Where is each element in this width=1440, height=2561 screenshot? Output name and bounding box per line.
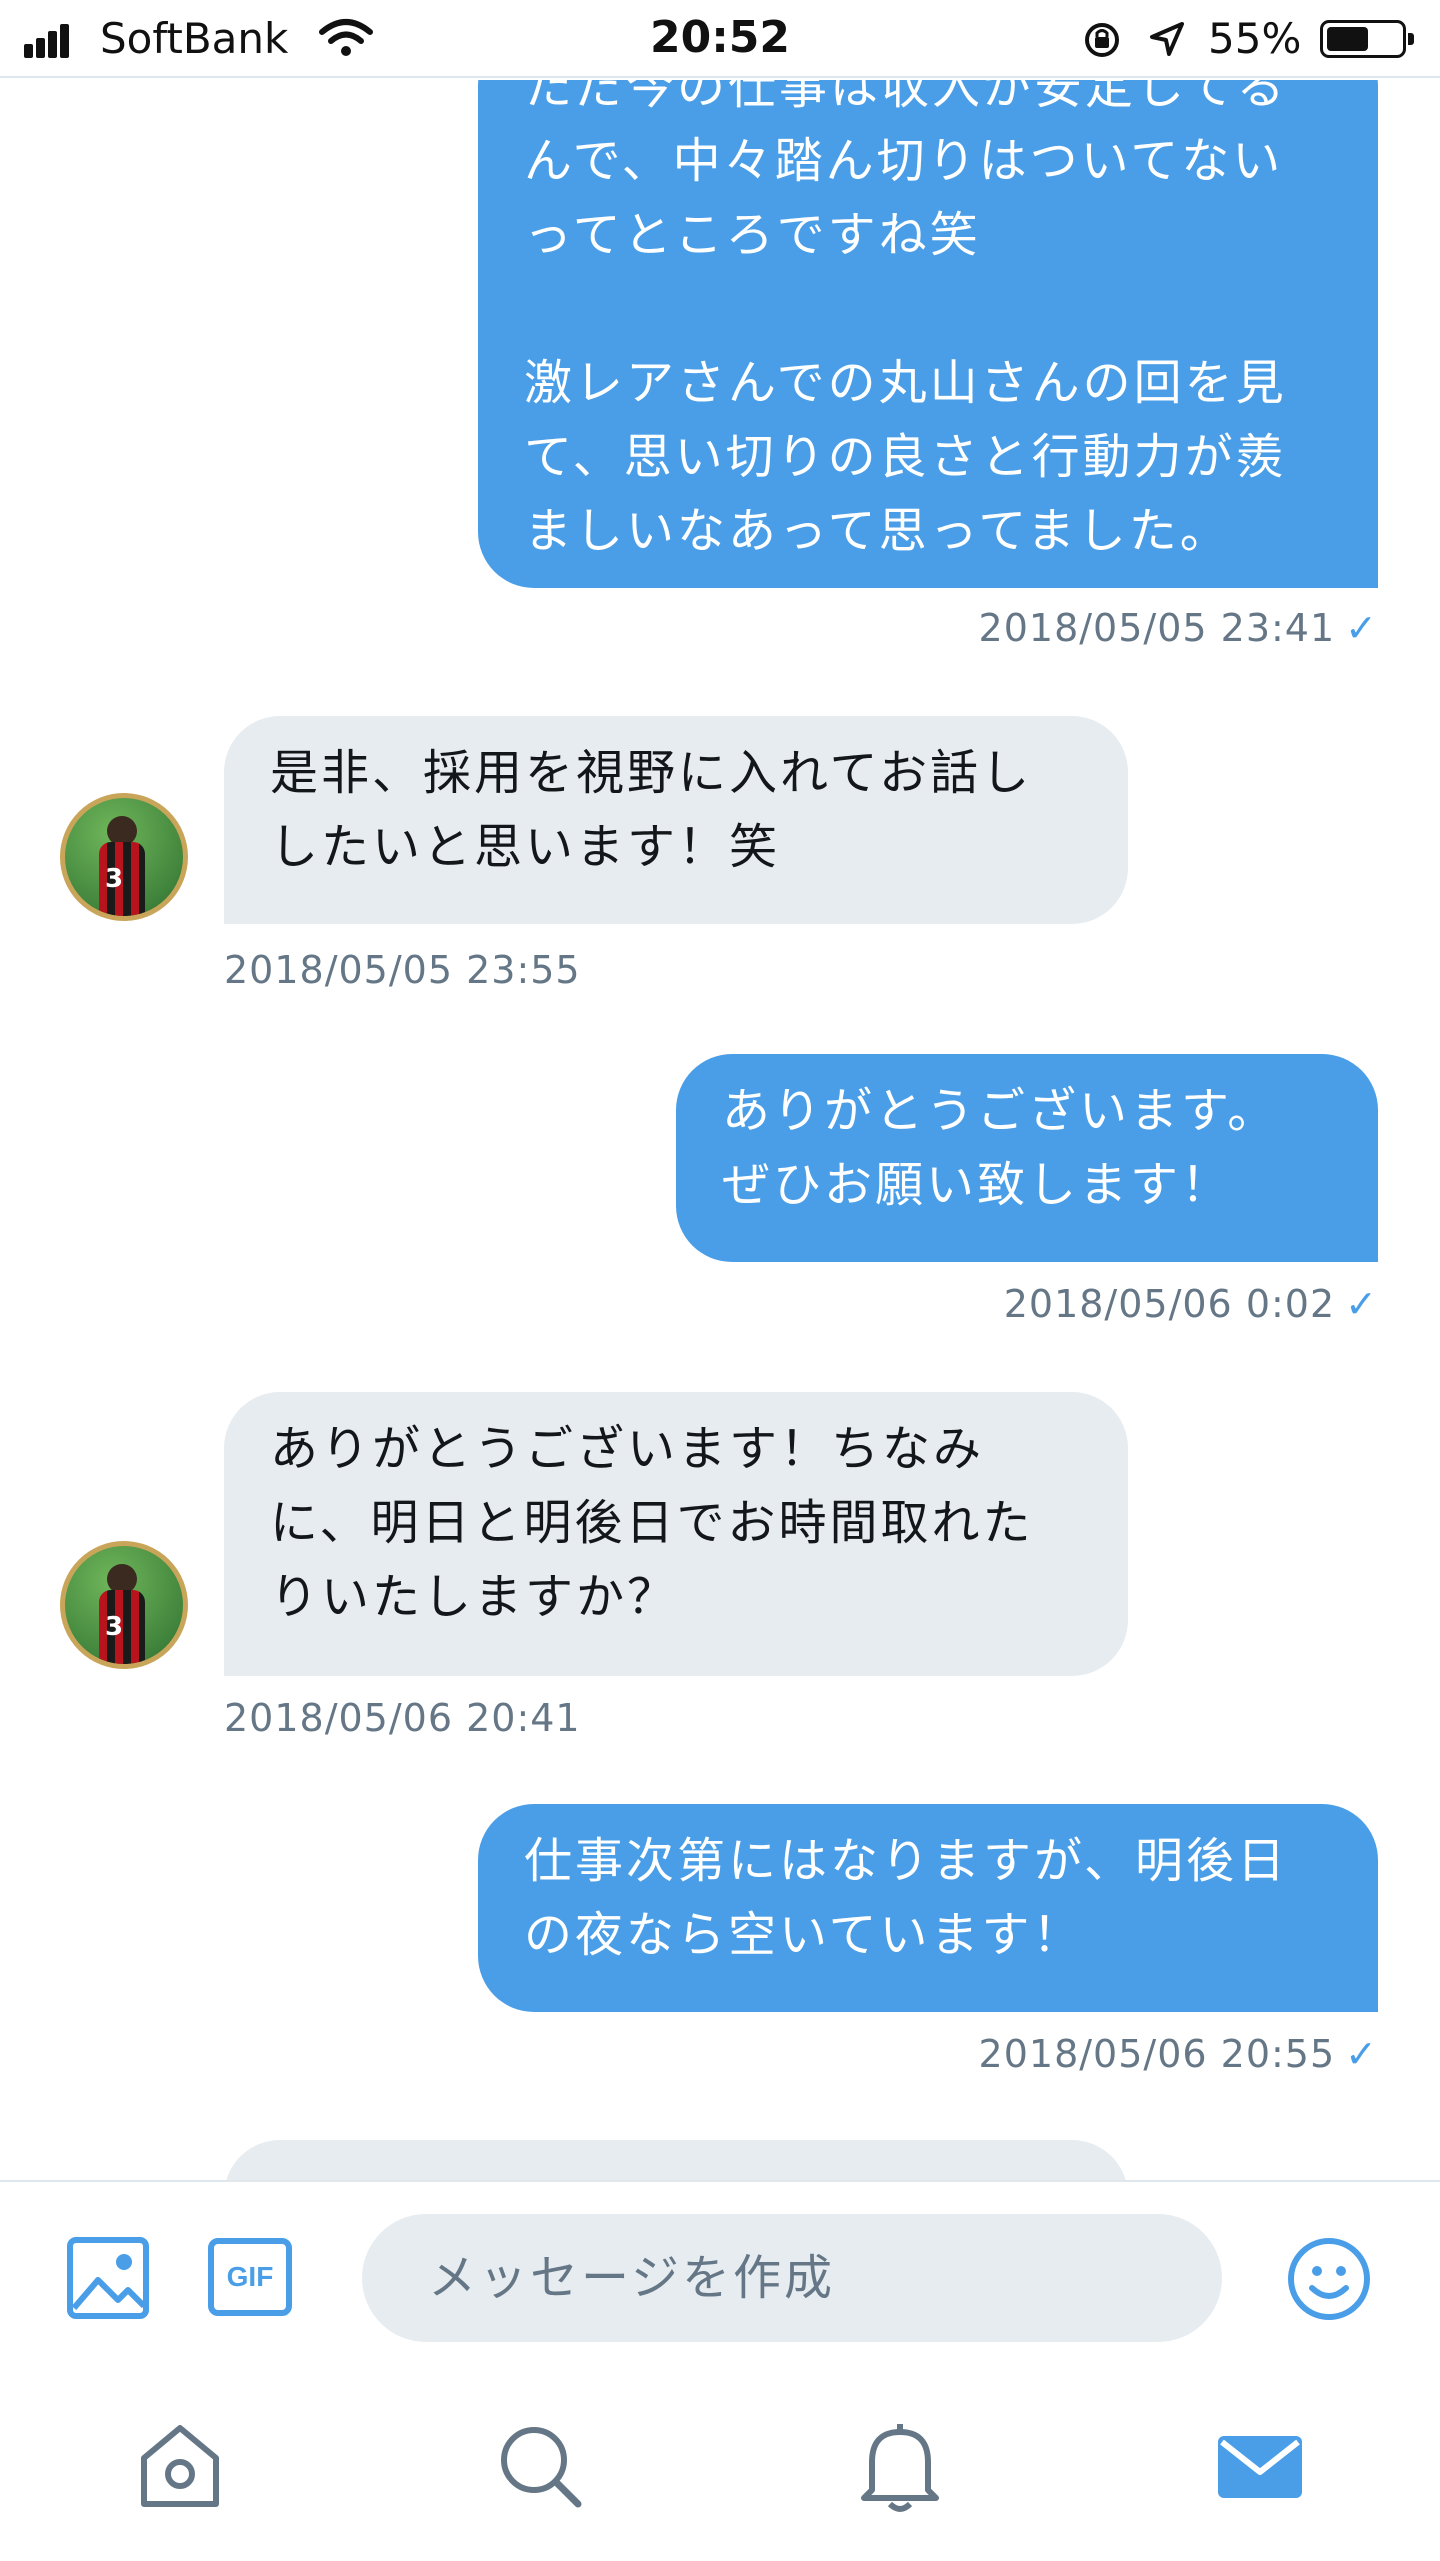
message-thread[interactable]: ただ今の仕事は収入が安定してるんで、中々踏ん切りはついてないってところですね笑 …: [0, 80, 1440, 2180]
message-bubble-outgoing[interactable]: ただ今の仕事は収入が安定してるんで、中々踏ん切りはついてないってところですね笑 …: [478, 80, 1378, 588]
read-check-icon: ✓: [1345, 1282, 1378, 1326]
tab-bar: [0, 2380, 1440, 2561]
avatar[interactable]: 3: [60, 793, 188, 921]
rotation-lock-icon: [1085, 23, 1119, 57]
messages-icon[interactable]: [1210, 2416, 1310, 2516]
message-timestamp: 2018/05/05 23:55: [224, 948, 581, 992]
home-icon[interactable]: [130, 2416, 230, 2516]
notifications-icon[interactable]: [850, 2416, 950, 2516]
message-timestamp: 2018/05/06 20:41: [224, 1696, 581, 1740]
read-check-icon: ✓: [1345, 2032, 1378, 2076]
avatar[interactable]: 3: [60, 1541, 188, 1669]
message-composer: GIF メッセージを作成: [0, 2180, 1440, 2370]
gif-icon[interactable]: GIF: [208, 2238, 292, 2316]
emoji-icon[interactable]: [1286, 2236, 1372, 2322]
message-timestamp: 2018/05/06 0:02 ✓: [1003, 1282, 1378, 1326]
image-icon[interactable]: [66, 2236, 150, 2320]
message-input[interactable]: メッセージを作成: [362, 2214, 1222, 2342]
read-check-icon: ✓: [1345, 606, 1378, 650]
location-icon: [1150, 22, 1184, 56]
message-bubble-outgoing[interactable]: ありがとうございます。 ぜひお願い致します！: [676, 1054, 1378, 1262]
message-bubble-outgoing[interactable]: 仕事次第にはなりますが、明後日の夜なら空いています！: [478, 1804, 1378, 2012]
battery-percent: 55%: [1208, 14, 1302, 63]
message-bubble-incoming[interactable]: ありがとうございます！ちなみに、明日と明後日でお時間取れたりいたしますか？: [224, 1392, 1128, 1676]
search-icon[interactable]: [490, 2416, 590, 2516]
status-bar: SoftBank 20:52 55%: [0, 0, 1440, 78]
battery-icon: [1320, 20, 1414, 58]
message-timestamp: 2018/05/06 20:55 ✓: [978, 2032, 1378, 2076]
message-bubble-incoming-partial[interactable]: [224, 2140, 1128, 2180]
message-timestamp: 2018/05/05 23:41 ✓: [978, 606, 1378, 650]
message-bubble-incoming[interactable]: 是非、採用を視野に入れてお話ししたいと思います！笑: [224, 716, 1128, 924]
